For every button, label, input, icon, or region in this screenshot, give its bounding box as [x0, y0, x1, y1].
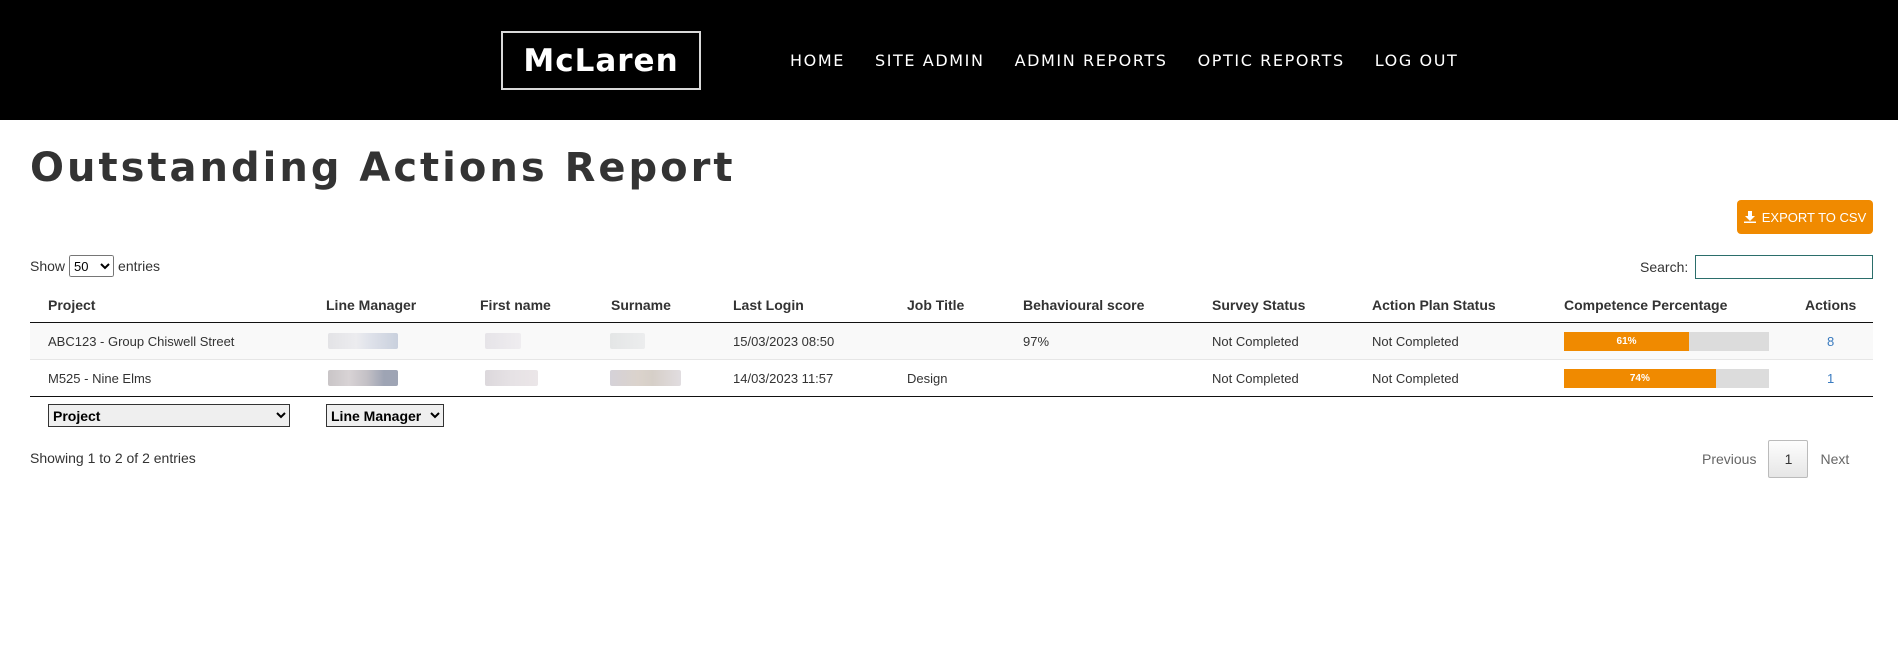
- cell-last-login: 15/03/2023 08:50: [733, 333, 835, 349]
- cell-action-plan-status: Not Completed: [1372, 370, 1459, 386]
- nav-site-admin[interactable]: SITE ADMIN: [875, 51, 985, 70]
- line-manager-redacted: [328, 323, 398, 359]
- entries-length-control: Show 50 entries: [30, 255, 160, 277]
- competence-progress-bar: 74%: [1564, 369, 1769, 388]
- competence-progress-fill: 74%: [1564, 369, 1716, 388]
- cell-project: M525 - Nine Elms: [48, 370, 152, 386]
- col-header-first-name[interactable]: First name: [480, 287, 551, 322]
- previous-page-button[interactable]: Previous: [1690, 440, 1768, 478]
- actions-link-cell: 8: [1827, 323, 1834, 359]
- cell-survey-status: Not Completed: [1212, 333, 1299, 349]
- project-filter-select[interactable]: Project: [48, 404, 290, 427]
- line-manager-filter-select[interactable]: Line Manager: [326, 404, 444, 427]
- competence-progress-fill: 61%: [1564, 332, 1690, 351]
- col-header-action-plan-status[interactable]: Action Plan Status: [1372, 287, 1496, 322]
- actions-count-link[interactable]: 1: [1827, 371, 1834, 386]
- table-info: Showing 1 to 2 of 2 entries: [30, 450, 196, 466]
- cell-action-plan-status: Not Completed: [1372, 333, 1459, 349]
- col-header-surname[interactable]: Surname: [611, 287, 671, 322]
- table-header: Project Line Manager First name Surname …: [30, 287, 1873, 323]
- col-header-project[interactable]: Project: [48, 287, 95, 322]
- nav-admin-reports[interactable]: ADMIN REPORTS: [1015, 51, 1168, 70]
- top-nav-bar: McLaren HOME SITE ADMIN ADMIN REPORTS OP…: [0, 0, 1898, 120]
- actions-count-link[interactable]: 8: [1827, 334, 1834, 349]
- mclaren-logo[interactable]: McLaren: [501, 31, 701, 90]
- cell-job-title: Design: [907, 370, 948, 386]
- logo-text: McLaren: [523, 42, 679, 79]
- entries-select[interactable]: 50: [69, 255, 115, 277]
- col-header-line-manager[interactable]: Line Manager: [326, 287, 416, 322]
- line-manager-redacted: [328, 360, 398, 396]
- first-name-redacted: [485, 323, 521, 359]
- col-header-last-login[interactable]: Last Login: [733, 287, 804, 322]
- export-csv-label: EXPORT TO CSV: [1761, 209, 1867, 225]
- actions-link-cell: 1: [1827, 360, 1834, 396]
- show-label: Show: [30, 258, 66, 274]
- download-icon: [1743, 211, 1756, 223]
- search-input[interactable]: [1695, 255, 1874, 279]
- page-title: Outstanding Actions Report: [30, 145, 736, 191]
- column-filters: Project Line Manager: [30, 404, 630, 434]
- nav-optic-reports[interactable]: OPTIC REPORTS: [1198, 51, 1345, 70]
- nav-home[interactable]: HOME: [790, 51, 845, 70]
- next-page-button[interactable]: Next: [1808, 440, 1861, 478]
- col-header-behavioural-score[interactable]: Behavioural score: [1023, 287, 1144, 322]
- competence-progress-label: 74%: [1629, 373, 1650, 384]
- entries-label: entries: [118, 258, 161, 274]
- cell-last-login: 14/03/2023 11:57: [733, 370, 834, 386]
- page-1-button[interactable]: 1: [1768, 440, 1809, 478]
- table-row: M525 - Nine Elms 14/03/2023 11:57 Design…: [30, 360, 1873, 397]
- main-nav: HOME SITE ADMIN ADMIN REPORTS OPTIC REPO…: [790, 51, 1488, 70]
- search-label: Search:: [1640, 259, 1689, 275]
- competence-progress-bar: 61%: [1564, 332, 1769, 351]
- table-row: ABC123 - Group Chiswell Street 15/03/202…: [30, 323, 1873, 360]
- col-header-survey-status[interactable]: Survey Status: [1212, 287, 1305, 322]
- export-csv-button[interactable]: EXPORT TO CSV: [1737, 200, 1873, 234]
- col-header-actions[interactable]: Actions: [1805, 287, 1856, 322]
- nav-log-out[interactable]: LOG OUT: [1375, 51, 1459, 70]
- cell-project: ABC123 - Group Chiswell Street: [48, 333, 235, 349]
- surname-redacted: [610, 360, 681, 396]
- competence-progress-label: 61%: [1616, 336, 1637, 347]
- col-header-competence-percentage[interactable]: Competence Percentage: [1564, 287, 1727, 322]
- first-name-redacted: [485, 360, 538, 396]
- surname-redacted: [610, 323, 645, 359]
- search-control: Search:: [1640, 255, 1874, 279]
- col-header-job-title[interactable]: Job Title: [907, 287, 964, 322]
- cell-behavioural-score: 97%: [1023, 333, 1050, 349]
- report-table: Project Line Manager First name Surname …: [30, 287, 1873, 397]
- pagination: Previous 1 Next: [1690, 440, 1861, 478]
- cell-survey-status: Not Completed: [1212, 370, 1299, 386]
